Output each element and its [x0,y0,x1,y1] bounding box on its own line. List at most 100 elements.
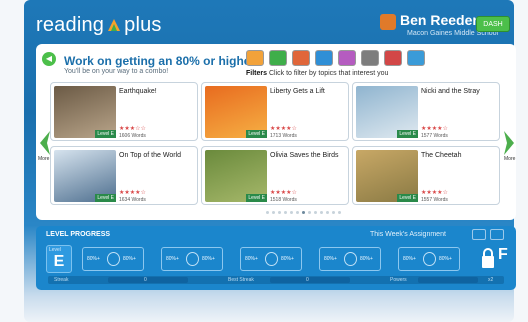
word-count: 1577 Words [421,133,448,139]
story-thumbnail[interactable]: Level E [356,86,418,138]
story-thumbnail[interactable]: Level E [356,150,418,202]
level-tag: Level E [95,194,116,202]
page-dot[interactable] [290,211,293,214]
story-title: The Cheetah [421,152,462,159]
places-filter-icon[interactable] [292,50,310,66]
dash-button[interactable]: DASH [476,16,510,32]
segment-ring-icon [423,252,436,266]
assignment-slot[interactable] [490,229,504,240]
page-dot[interactable] [284,211,287,214]
filter-label-text: Click to filter by topics that interest … [268,70,389,77]
story-card[interactable]: Level E Nicki and the Stray ★★★★☆ 1577 Word… [352,82,500,141]
level-tag: Level E [246,130,267,138]
progress-segment: 80%+ 80%+ [319,247,381,271]
story-card[interactable]: Level E The Cheetah ★★★★☆ 1557 Words [352,146,500,205]
best-streak-track [270,277,350,283]
rating-stars: ★★★★☆ [119,190,146,196]
page-dot[interactable] [296,211,299,214]
story-title: Olivia Saves the Birds [270,152,339,159]
more-left-label: More [38,156,50,162]
story-thumbnail[interactable]: Level E [54,150,116,202]
page-dot[interactable] [308,211,311,214]
story-card[interactable]: Level E Earthquake! ★★★☆☆ 1606 Words [50,82,198,141]
arts-filter-icon[interactable] [338,50,356,66]
page-dot[interactable] [326,211,329,214]
story-thumbnail[interactable]: Level E [205,86,267,138]
main-panel: ◀ Work on getting an 80% or higher. You'… [36,44,516,220]
segment-right-value: 80%+ [439,256,452,262]
streak-bar: Streak 0 Best Streak 0 Powers x2 [48,276,504,284]
segment-ring-icon [265,252,278,266]
rating-stars: ★★★☆☆ [119,126,146,132]
story-title: Liberty Gets a Lift [270,88,325,95]
story-card[interactable]: Level E Olivia Saves the Birds ★★★★☆ 1518 W… [201,146,349,205]
app-frame: reading plus Ben Reeden Macon Gaines Midd… [24,0,516,322]
tools-filter-icon[interactable] [361,50,379,66]
streak-label: Streak [54,277,69,283]
page-dot[interactable] [302,211,305,214]
speaker-icon[interactable]: ◀ [42,52,56,66]
progress-segment: 80%+ 80%+ [398,247,460,271]
segment-left-value: 80%+ [87,256,100,262]
next-level-letter: F [498,246,508,263]
assignment-slot[interactable] [472,229,486,240]
page-dot[interactable] [278,211,281,214]
best-streak-value: 0 [306,277,309,283]
powers-label: Powers [390,277,407,283]
goal-subtitle: You'll be on your way to a combo! [64,68,169,75]
level-progress-title: LEVEL PROGRESS [46,231,111,238]
user-name: Ben Reeden [400,12,481,28]
story-thumbnail[interactable]: Level E [205,150,267,202]
rating-stars: ★★★★☆ [421,126,448,132]
next-arrow-icon[interactable] [502,130,516,156]
page-dot[interactable] [272,211,275,214]
nature-filter-icon[interactable] [269,50,287,66]
more-right-label: More [504,156,516,162]
sports-filter-icon[interactable] [384,50,402,66]
segment-ring-icon [186,252,199,266]
segment-ring-icon [344,252,357,266]
goal-title: Work on getting an 80% or higher. [64,54,258,68]
lock-icon [482,248,494,268]
page-dot[interactable] [314,211,317,214]
progress-segment: 80%+ 80%+ [240,247,302,271]
word-count: 1713 Words [270,133,297,139]
page-dot[interactable] [332,211,335,214]
progress-segment: 80%+ 80%+ [161,247,223,271]
segment-ring-icon [107,252,120,266]
filter-bar: Filters Click to filter by topics that i… [246,44,432,80]
segment-left-value: 80%+ [324,256,337,262]
logo-text-right: plus [124,14,162,36]
rating-stars: ★★★★☆ [270,190,297,196]
level-progress-panel: LEVEL PROGRESS This Week's Assignment Le… [36,226,516,290]
user-avatar-icon [380,14,396,30]
logo-text-left: reading [36,14,105,36]
world-filter-icon[interactable] [407,50,425,66]
segment-left-value: 80%+ [166,256,179,262]
current-level-letter: E [53,253,65,270]
rating-stars: ★★★★☆ [421,190,448,196]
segment-right-value: 80%+ [202,256,215,262]
segment-right-value: 80%+ [281,256,294,262]
streak-track [108,277,188,283]
science-filter-icon[interactable] [315,50,333,66]
people-filter-icon[interactable] [246,50,264,66]
page-dot[interactable] [320,211,323,214]
powers-track [418,277,478,283]
header: reading plus Ben Reeden Macon Gaines Midd… [24,0,514,48]
story-title: Earthquake! [119,88,157,95]
page-dot[interactable] [266,211,269,214]
story-thumbnail[interactable]: Level E [54,86,116,138]
app-logo[interactable]: reading plus [36,14,162,37]
weekly-assignment-label: This Week's Assignment [370,231,446,238]
filter-label: Filters Click to filter by topics that i… [246,70,388,77]
current-level-box: Level E [46,245,72,273]
story-card[interactable]: Level E On Top of the World ★★★★☆ 1634 Word… [50,146,198,205]
page-dot[interactable] [338,211,341,214]
streak-value: 0 [144,277,147,283]
segment-right-value: 80%+ [123,256,136,262]
word-count: 1557 Words [421,197,448,203]
segment-left-value: 80%+ [403,256,416,262]
story-card[interactable]: Level E Liberty Gets a Lift ★★★★☆ 1713 Word… [201,82,349,141]
story-title: On Top of the World [119,152,181,159]
